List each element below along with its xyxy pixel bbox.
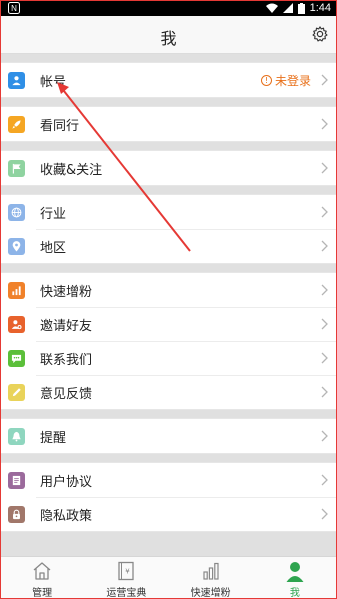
peers-group: 看同行 [0,106,337,142]
flag-icon [8,159,25,177]
chevron-right-icon [321,284,328,296]
bottom-tab-bar: 管理 ¥ 运营宝典 快速增粉 我 [0,556,337,599]
add-user-icon [8,315,25,333]
region-item[interactable]: 地区 [0,229,337,263]
login-status-text: 未登录 [274,74,311,88]
chevron-right-icon [321,206,328,218]
feedback-item[interactable]: 意见反馈 [0,375,337,409]
page-title: 我 [160,29,177,48]
bell-icon [8,427,25,445]
user-badge-icon [8,71,25,89]
tab-me-label: 我 [289,588,300,599]
gear-icon[interactable] [311,25,329,43]
chevron-right-icon [321,118,328,130]
tab-manage-label: 管理 [32,588,53,599]
tab-me[interactable]: 我 [253,557,337,599]
tab-growth[interactable]: 快速增粉 [169,557,253,599]
battery-icon [297,2,305,14]
document-icon [8,471,25,489]
user-icon [286,562,304,582]
region-label: 地区 [40,240,67,256]
chevron-right-icon [321,74,328,86]
settings-list: 帐号 ! 未登录 看同行 收藏&关注 行业 地区 快速增粉 邀请好友 联系我们 … [0,54,337,532]
feedback-label: 意见反馈 [40,386,93,402]
tab-guide-label: 运营宝典 [106,588,147,599]
chevron-right-icon [321,474,328,486]
login-status: ! 未登录 [260,72,311,89]
account-group: 帐号 ! 未登录 [0,62,337,98]
favorites-item[interactable]: 收藏&关注 [0,151,337,185]
pencil-icon [8,383,25,401]
account-label: 帐号 [40,74,67,90]
chevron-right-icon [321,386,328,398]
contact-label: 联系我们 [40,352,93,368]
industry-region-group: 行业 地区 [0,194,337,264]
industry-label: 行业 [40,206,67,222]
favorites-label: 收藏&关注 [40,162,103,178]
notification-icon: N [8,2,20,14]
svg-text:¥: ¥ [126,568,131,576]
tab-manage[interactable]: 管理 [0,557,84,599]
tab-guide[interactable]: ¥ 运营宝典 [84,557,168,599]
bar-chart-icon [8,281,25,299]
book-icon: ¥ [118,561,135,581]
privacy-item[interactable]: 隐私政策 [0,497,337,531]
chat-bubble-icon [8,349,25,367]
warning-icon: ! [260,75,272,86]
reminder-item[interactable]: 提醒 [0,419,337,453]
chevron-right-icon [321,508,328,520]
peers-item[interactable]: 看同行 [0,107,337,141]
contact-item[interactable]: 联系我们 [0,341,337,375]
rocket-icon [8,115,25,133]
privacy-label: 隐私政策 [40,508,93,524]
industry-item[interactable]: 行业 [0,195,337,229]
account-item[interactable]: 帐号 ! 未登录 [0,63,337,97]
bar-chart-icon [203,562,219,580]
peers-label: 看同行 [40,118,80,134]
status-time: 1:44 [309,2,331,14]
top-bar: 我 [0,16,337,54]
tab-growth-label: 快速增粉 [190,588,231,599]
agreement-label: 用户协议 [40,474,93,490]
legal-group: 用户协议 隐私政策 [0,462,337,532]
chevron-right-icon [321,162,328,174]
invite-label: 邀请好友 [40,318,93,334]
invite-item[interactable]: 邀请好友 [0,307,337,341]
growth-group: 快速增粉 邀请好友 联系我们 意见反馈 [0,272,337,410]
wifi-icon [265,3,278,13]
chevron-right-icon [321,430,328,442]
chevron-right-icon [321,240,328,252]
chevron-right-icon [321,318,328,330]
fast-followers-label: 快速增粉 [40,284,93,300]
chevron-right-icon [321,352,328,364]
home-icon [33,562,51,580]
favorites-group: 收藏&关注 [0,150,337,186]
agreement-item[interactable]: 用户协议 [0,463,337,497]
lock-icon [8,505,25,523]
fast-followers-item[interactable]: 快速增粉 [0,273,337,307]
status-bar: N 1:44 [0,0,337,16]
signal-icon [282,3,293,13]
reminder-label: 提醒 [40,430,67,446]
map-pin-icon [8,237,25,255]
reminder-group: 提醒 [0,418,337,454]
globe-icon [8,203,25,221]
svg-text:N: N [11,4,17,13]
